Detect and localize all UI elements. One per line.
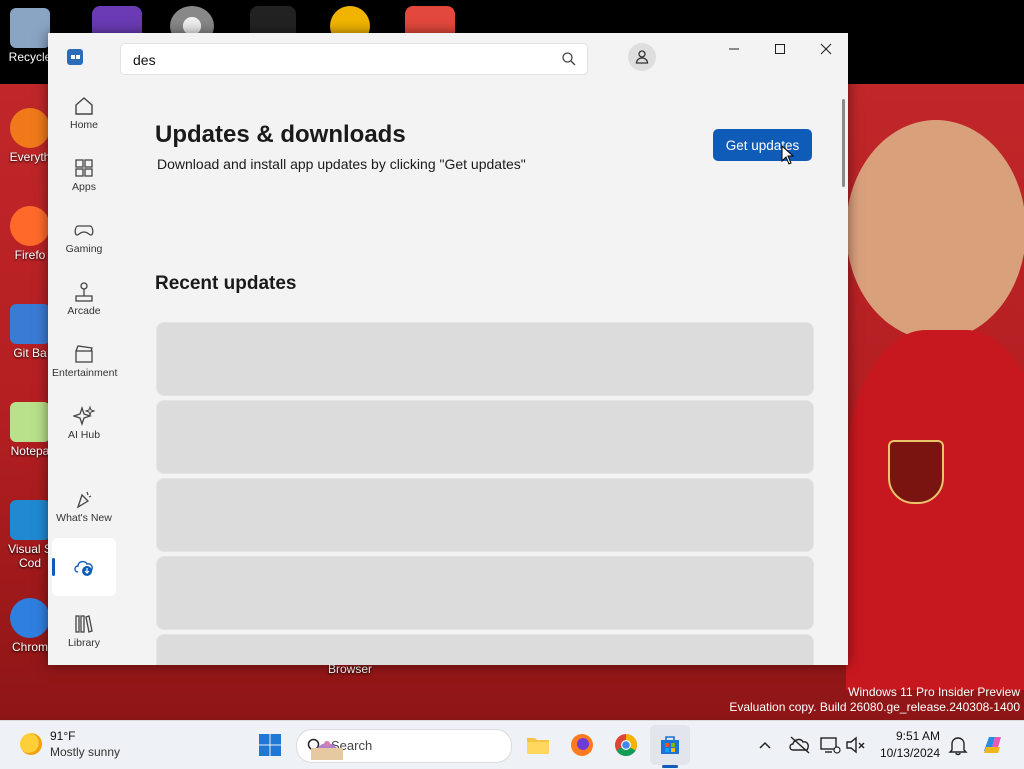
- chevron-up-icon[interactable]: [756, 733, 774, 757]
- entertainment-icon: [75, 345, 93, 363]
- sidebar: Home Apps Gaming Arcade Entertainment AI…: [48, 89, 120, 665]
- downloads-icon: [74, 560, 93, 576]
- sidebar-item-label: Gaming: [65, 243, 103, 255]
- sidebar-item-label: Arcade: [67, 305, 101, 317]
- sidebar-item-whats-new[interactable]: What's New: [52, 482, 116, 538]
- desktop-icon-label: Visual S Cod: [8, 542, 52, 570]
- windows-watermark: Windows 11 Pro Insider Preview Evaluatio…: [729, 685, 1020, 715]
- sidebar-item-label: Entertainment: [52, 367, 118, 379]
- store-window: Home Apps Gaming Arcade: [48, 33, 848, 665]
- wallpaper-crest: [888, 440, 944, 504]
- watermark-line: Evaluation copy. Build 26080.ge_release.…: [729, 700, 1020, 714]
- sidebar-item-home[interactable]: Home: [52, 89, 116, 145]
- microsoft-store-icon[interactable]: [658, 733, 682, 757]
- clock-date[interactable]: 10/13/2024: [880, 746, 940, 760]
- vscode-icon: [10, 500, 50, 540]
- sidebar-item-label: Home: [69, 119, 98, 131]
- minimize-icon: [729, 48, 739, 50]
- person-icon: [635, 50, 649, 64]
- clock-time[interactable]: 9:51 AM: [896, 729, 940, 743]
- account-button[interactable]: [628, 43, 656, 71]
- onedrive-offline-icon[interactable]: [788, 733, 812, 757]
- chrome-icon[interactable]: [614, 733, 638, 757]
- desktop-icon-label: Git Ba: [13, 346, 47, 360]
- wallpaper-figure-jersey: [846, 330, 1024, 690]
- search-highlight-icon: [311, 741, 343, 760]
- maximize-icon: [775, 44, 785, 54]
- network-icon[interactable]: [818, 733, 842, 757]
- apps-icon: [75, 159, 93, 177]
- sidebar-item-arcade[interactable]: Arcade: [52, 275, 116, 331]
- page-subtitle: Download and install app updates by clic…: [157, 156, 526, 172]
- scrollbar[interactable]: [842, 99, 845, 187]
- volume-muted-icon[interactable]: [844, 733, 868, 757]
- minimize-button[interactable]: [710, 33, 756, 65]
- whats-new-icon: [76, 491, 92, 509]
- desktop-icon-label: Firefo: [14, 248, 46, 262]
- recent-updates-heading: Recent updates: [155, 273, 297, 294]
- home-icon: [75, 97, 93, 115]
- maximize-button[interactable]: [756, 33, 802, 65]
- search-icon[interactable]: [561, 51, 577, 67]
- search-input[interactable]: [131, 49, 535, 71]
- sidebar-item-label: Library: [67, 637, 101, 649]
- taskbar-search-box[interactable]: Search: [296, 729, 512, 763]
- desktop-icon-label: Chrom: [11, 640, 48, 654]
- get-updates-button[interactable]: Get updates: [713, 129, 812, 161]
- desktop-icon-label: Everyth: [9, 150, 51, 164]
- firefox-icon[interactable]: [570, 733, 594, 757]
- update-list-item-placeholder: [156, 400, 814, 474]
- sidebar-item-downloads[interactable]: [52, 538, 116, 596]
- sidebar-item-entertainment[interactable]: Entertainment: [52, 337, 118, 393]
- sidebar-item-gaming[interactable]: Gaming: [52, 213, 116, 269]
- watermark-line: Windows 11 Pro Insider Preview: [848, 685, 1020, 699]
- search-box[interactable]: [120, 43, 588, 75]
- selected-indicator: [52, 558, 55, 576]
- notepad-icon: [10, 402, 50, 442]
- sidebar-item-label: AI Hub: [67, 429, 101, 441]
- update-list-item-placeholder: [156, 322, 814, 396]
- sidebar-item-apps[interactable]: Apps: [52, 151, 116, 207]
- update-list-item-placeholder: [156, 634, 814, 665]
- weather-condition[interactable]: Mostly sunny: [50, 745, 120, 759]
- page-title: Updates & downloads: [155, 121, 406, 148]
- weather-sun-icon[interactable]: [20, 733, 42, 755]
- mouse-cursor-icon: [781, 145, 795, 165]
- wallpaper-figure-right: [846, 120, 1024, 340]
- everything-icon: [10, 108, 50, 148]
- weather-temperature[interactable]: 91°F: [50, 729, 75, 743]
- close-icon: [820, 43, 832, 55]
- file-explorer-icon[interactable]: [526, 733, 550, 757]
- arcade-icon: [75, 282, 93, 302]
- sidebar-item-library[interactable]: Library: [52, 607, 116, 663]
- title-bar[interactable]: [48, 33, 848, 89]
- update-list-item-placeholder: [156, 478, 814, 552]
- sidebar-item-label: Apps: [72, 181, 96, 193]
- store-logo-icon: [67, 49, 83, 65]
- main-content: Updates & downloads Download and install…: [120, 89, 840, 665]
- gaming-icon: [74, 225, 94, 236]
- sidebar-item-ai-hub[interactable]: AI Hub: [52, 399, 116, 455]
- update-list-item-placeholder: [156, 556, 814, 630]
- git-bash-icon: [10, 304, 50, 344]
- desktop-icon-label: Notepa: [10, 444, 50, 458]
- close-button[interactable]: [802, 33, 848, 65]
- taskbar: 91°F Mostly sunny Search 9:51 AM 10/13/2…: [0, 720, 1024, 769]
- ai-hub-icon: [73, 405, 95, 427]
- start-button-windows-icon[interactable]: [258, 733, 282, 757]
- firefox-icon: [10, 206, 50, 246]
- recycle-bin-icon: [10, 8, 50, 48]
- copilot-icon[interactable]: [980, 733, 1006, 757]
- sidebar-item-label: What's New: [56, 512, 112, 524]
- chrome-icon: [10, 598, 50, 638]
- library-icon: [75, 615, 93, 633]
- notification-bell-icon[interactable]: [946, 733, 970, 757]
- desktop-icon-label: Recycle: [8, 50, 52, 64]
